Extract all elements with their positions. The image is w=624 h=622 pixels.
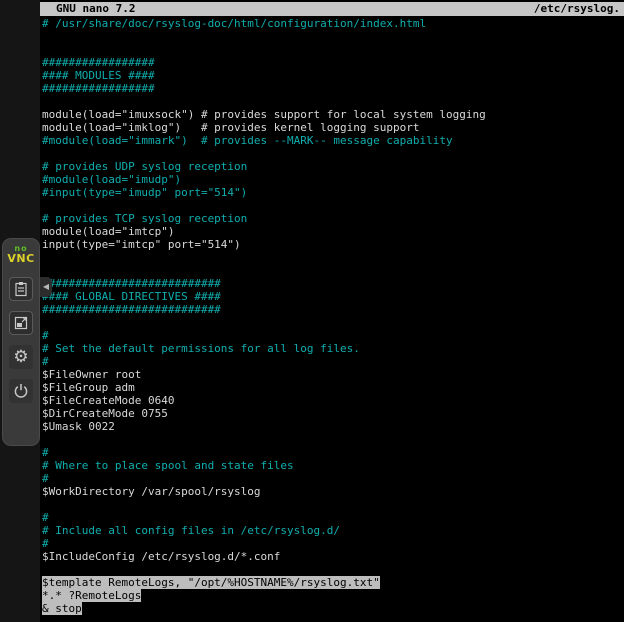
editor-line: # /usr/share/doc/rsyslog-doc/html/config… <box>42 17 624 30</box>
nano-titlebar: GNU nano 7.2 /etc/rsyslog. <box>40 2 624 16</box>
editor-line: module(load="imtcp") <box>42 225 624 238</box>
editor-line <box>42 95 624 108</box>
editor-line: #module(load="immark") # provides --MARK… <box>42 134 624 147</box>
editor-line: & stop <box>42 602 624 615</box>
novnc-control-bar: no VNC ⚙ <box>2 238 40 446</box>
novnc-logo-vnc: VNC <box>7 253 34 264</box>
gear-icon: ⚙ <box>13 349 28 366</box>
editor-line: $FileOwner root <box>42 368 624 381</box>
editor-line <box>42 30 624 43</box>
editor-line: module(load="imuxsock") # provides suppo… <box>42 108 624 121</box>
editor-line <box>42 251 624 264</box>
editor-line: # <box>42 355 624 368</box>
editor-line: # <box>42 511 624 524</box>
settings-button[interactable]: ⚙ <box>9 345 33 369</box>
editor-line: ########################### <box>42 277 624 290</box>
editor-line: # <box>42 537 624 550</box>
editor-line <box>42 316 624 329</box>
editor-line <box>42 563 624 576</box>
control-bar-handle[interactable]: ◀ <box>40 277 52 297</box>
editor-line: # <box>42 329 624 342</box>
editor-line <box>42 433 624 446</box>
editor-line: $DirCreateMode 0755 <box>42 407 624 420</box>
editor-line: $WorkDirectory /var/spool/rsyslog <box>42 485 624 498</box>
editor-line <box>42 498 624 511</box>
nano-app-title: GNU nano 7.2 <box>56 2 135 16</box>
editor-line: # Include all config files in /etc/rsysl… <box>42 524 624 537</box>
editor-line: ################# <box>42 56 624 69</box>
editor-line: # provides UDP syslog reception <box>42 160 624 173</box>
terminal-window[interactable]: GNU nano 7.2 /etc/rsyslog. # /usr/share/… <box>40 0 624 622</box>
power-icon <box>13 383 29 399</box>
editor-line: # <box>42 472 624 485</box>
editor-line: $FileGroup adm <box>42 381 624 394</box>
nano-file-path: /etc/rsyslog. <box>534 2 620 16</box>
editor-line: # <box>42 446 624 459</box>
editor-line: #input(type="imudp" port="514") <box>42 186 624 199</box>
editor-buffer[interactable]: # /usr/share/doc/rsyslog-doc/html/config… <box>42 17 624 622</box>
editor-line: #### GLOBAL DIRECTIVES #### <box>42 290 624 303</box>
fullscreen-button[interactable] <box>9 311 33 335</box>
editor-line: ################# <box>42 82 624 95</box>
editor-line <box>42 43 624 56</box>
editor-line: input(type="imtcp" port="514") <box>42 238 624 251</box>
editor-line: #### MODULES #### <box>42 69 624 82</box>
editor-line: $FileCreateMode 0640 <box>42 394 624 407</box>
editor-line: *.* ?RemoteLogs <box>42 589 624 602</box>
editor-line: module(load="imklog") # provides kernel … <box>42 121 624 134</box>
editor-line: # provides TCP syslog reception <box>42 212 624 225</box>
novnc-logo: no VNC <box>7 245 34 264</box>
clipboard-icon <box>13 281 29 297</box>
editor-line: # Where to place spool and state files <box>42 459 624 472</box>
editor-line <box>42 264 624 277</box>
editor-line: #module(load="imudp") <box>42 173 624 186</box>
editor-line: $Umask 0022 <box>42 420 624 433</box>
editor-line <box>42 147 624 160</box>
editor-line <box>42 199 624 212</box>
editor-line: $template RemoteLogs, "/opt/%HOSTNAME%/r… <box>42 576 624 589</box>
power-button[interactable] <box>9 379 33 403</box>
fullscreen-icon <box>13 315 29 331</box>
editor-line: $IncludeConfig /etc/rsyslog.d/*.conf <box>42 550 624 563</box>
clipboard-button[interactable] <box>9 277 33 301</box>
editor-line: ########################### <box>42 303 624 316</box>
editor-line: # Set the default permissions for all lo… <box>42 342 624 355</box>
collapse-arrow-icon: ◀ <box>43 282 49 291</box>
